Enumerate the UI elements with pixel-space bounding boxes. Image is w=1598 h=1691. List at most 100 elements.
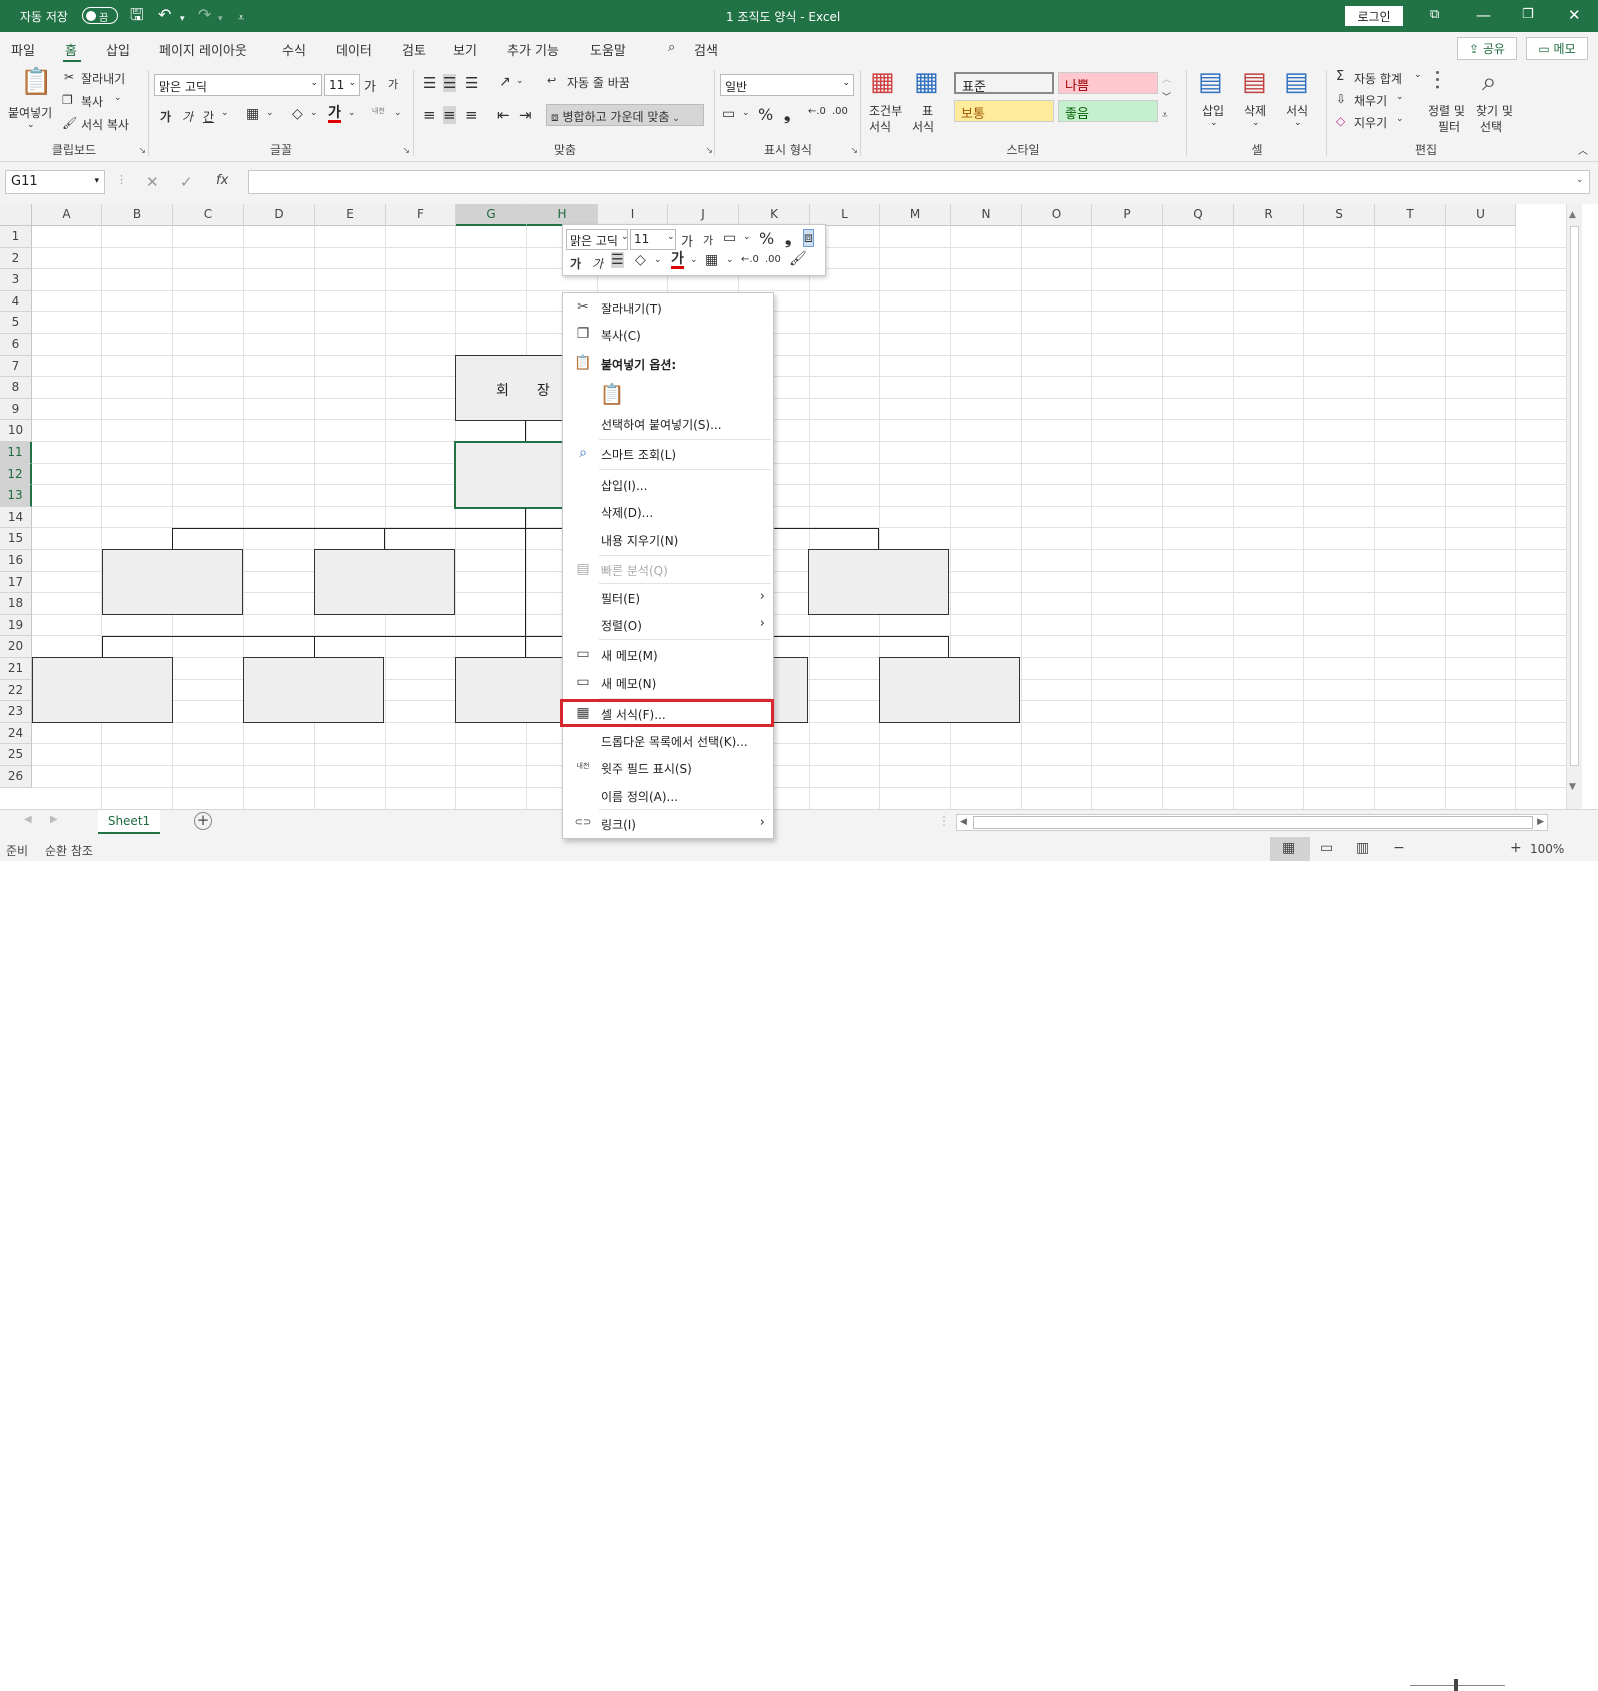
row-header-6[interactable]: 6 (0, 334, 32, 356)
sort-filter-icon[interactable]: ⫶ (1434, 68, 1441, 96)
column-header-h[interactable]: H (527, 204, 598, 226)
format-as-table-button[interactable]: 표 (922, 102, 933, 119)
row-header-20[interactable]: 20 (0, 636, 32, 658)
delete-cells-icon[interactable]: ▤ (1242, 68, 1267, 96)
menu-item-show-phonetic[interactable]: 내천 윗주 필드 표시(S) (563, 755, 773, 781)
currency-dropdown-icon[interactable]: ⌄ (742, 108, 750, 118)
column-header-u[interactable]: U (1446, 204, 1516, 226)
font-size-combo[interactable]: 11 ⌄ (324, 74, 360, 96)
memo-button[interactable]: ▭ 메모 (1526, 37, 1588, 60)
menu-item-new-note[interactable]: ▭ 새 메모(N) (563, 670, 773, 696)
mini-bold-button[interactable]: 가 (570, 255, 581, 272)
column-header-b[interactable]: B (102, 204, 173, 226)
format-as-table-icon[interactable]: ▦ (914, 68, 939, 96)
menu-item-new-memo[interactable]: ▭ 새 메모(M) (563, 642, 773, 668)
row-header-14[interactable]: 14 (0, 506, 32, 529)
add-sheet-button[interactable]: + (194, 812, 212, 830)
mini-decrease-decimal-icon[interactable]: .00 (765, 254, 781, 265)
row-header-18[interactable]: 18 (0, 593, 32, 615)
align-middle-icon[interactable]: ☰ (443, 74, 457, 92)
tab-formulas[interactable]: 수식 (282, 40, 306, 59)
prev-sheet-icon[interactable]: ◀ (24, 814, 32, 825)
zoom-level[interactable]: 100% (1530, 842, 1564, 856)
menu-item-delete[interactable]: 삭제(D)... (563, 499, 773, 525)
bold-button[interactable]: 가 (160, 108, 171, 125)
format-cells-ribbon-button[interactable]: 서식 (1286, 102, 1308, 119)
mini-currency-dropdown-icon[interactable]: ⌄ (743, 232, 751, 242)
clear-dropdown-icon[interactable]: ⌄ (1396, 114, 1404, 124)
row-header-9[interactable]: 9 (0, 398, 32, 421)
number-format-dropdown-icon[interactable]: ⌄ (842, 78, 850, 88)
redo-dropdown-icon[interactable]: ▾ (218, 10, 223, 28)
paste-icon[interactable]: 📋 (20, 68, 52, 96)
increase-decimal-icon[interactable]: ←.0 (808, 106, 826, 117)
conditional-formatting-button[interactable]: 조건부 (869, 102, 902, 119)
paste-option-button[interactable]: 📋 (599, 381, 625, 407)
mini-increase-decimal-icon[interactable]: ←.0 (741, 254, 759, 265)
column-header-n[interactable]: N (951, 204, 1022, 226)
tab-review[interactable]: 검토 (402, 40, 426, 59)
insert-function-button[interactable]: fx (216, 173, 228, 188)
tab-home[interactable]: 홈 (65, 40, 77, 59)
copy-dropdown-icon[interactable]: ⌄ (114, 93, 122, 103)
menu-item-clear-contents[interactable]: 내용 지우기(N) (563, 527, 773, 553)
align-center-icon[interactable]: ≡ (443, 106, 456, 124)
styles-more-icon[interactable]: ⩡ (1162, 110, 1168, 121)
mini-font-combo[interactable]: 맑은 고딕 (566, 229, 628, 250)
border-dropdown-icon[interactable]: ⌄ (266, 108, 274, 118)
format-cells-icon[interactable]: ▤ (1284, 68, 1309, 96)
shrink-font-button[interactable]: 가 (388, 76, 398, 92)
column-header-f[interactable]: F (386, 204, 456, 226)
styles-scroll-up-icon[interactable]: ︿ (1162, 72, 1171, 85)
mini-comma-button[interactable]: ❟ (785, 229, 791, 249)
mini-format-painter-icon[interactable]: 🖌 (789, 251, 807, 267)
font-size-dropdown-icon[interactable]: ⌄ (348, 78, 356, 88)
decrease-decimal-icon[interactable]: .00 (832, 106, 848, 117)
wrap-text-icon[interactable]: ↩ (547, 74, 556, 87)
row-header-5[interactable]: 5 (0, 312, 32, 334)
row-header-4[interactable]: 4 (0, 290, 32, 313)
next-sheet-icon[interactable]: ▶ (50, 814, 58, 825)
format-painter-icon[interactable]: 🖌 (62, 116, 77, 130)
mini-shrink-font-button[interactable]: 가 (703, 232, 713, 248)
menu-item-filter[interactable]: 필터(E) › (563, 585, 773, 611)
mini-font-color-dropdown-icon[interactable]: ⌄ (690, 255, 698, 265)
row-header-10[interactable]: 10 (0, 420, 32, 442)
style-normal[interactable]: 표준 (954, 72, 1054, 95)
row-header-13[interactable]: 13 (0, 485, 32, 507)
style-good[interactable]: 좋음 (1058, 100, 1158, 122)
sort-filter-button[interactable]: 정렬 및 (1428, 102, 1465, 119)
row-header-25[interactable]: 25 (0, 744, 32, 766)
menu-item-smart-lookup[interactable]: ⌕ 스마트 조회(L) (563, 441, 773, 467)
tab-view[interactable]: 보기 (453, 40, 477, 59)
row-header-1[interactable]: 1 (0, 226, 32, 248)
save-icon[interactable]: 🖫 (130, 6, 144, 24)
horizontal-scrollbar[interactable]: ◀ ▶ (956, 814, 1548, 831)
mini-center-icon[interactable]: ☰ (611, 252, 624, 268)
mini-fill-dropdown-icon[interactable]: ⌄ (654, 255, 662, 265)
mini-grow-font-button[interactable]: 가 (681, 231, 693, 250)
fill-dropdown-icon[interactable]: ⌄ (1396, 92, 1404, 102)
menu-item-pick-from-dropdown[interactable]: 드롭다운 목록에서 선택(K)... (563, 728, 773, 754)
clear-button[interactable]: 지우기 (1354, 114, 1387, 131)
scroll-right-icon[interactable]: ▶ (1537, 817, 1544, 827)
autosum-dropdown-icon[interactable]: ⌄ (1414, 70, 1422, 80)
customize-qat-icon[interactable]: ⩡ (238, 9, 244, 27)
tab-search[interactable]: 검색 (694, 40, 718, 59)
underline-button[interactable]: 간 (203, 108, 214, 125)
tab-addins[interactable]: 추가 기능 (507, 40, 559, 59)
column-header-t[interactable]: T (1375, 204, 1446, 226)
page-layout-view-icon[interactable]: ▭ (1320, 840, 1333, 856)
number-launcher-icon[interactable]: ↘ (850, 146, 858, 156)
tab-help[interactable]: 도움말 (590, 40, 626, 59)
page-break-view-icon[interactable]: ▥ (1356, 840, 1369, 856)
row-header-23[interactable]: 23 (0, 701, 32, 723)
restore-icon[interactable]: ❐ (1522, 5, 1534, 25)
mini-border-icon[interactable]: ▦ (705, 252, 718, 268)
menu-item-paste-special[interactable]: 선택하여 붙여넣기(S)... (563, 411, 773, 437)
find-select-icon[interactable]: ⌕ (1482, 68, 1497, 96)
menu-item-sort[interactable]: 정렬(O) › (563, 612, 773, 638)
align-bottom-icon[interactable]: ☰ (465, 74, 478, 92)
column-header-p[interactable]: P (1092, 204, 1163, 226)
autosave-toggle[interactable]: 끔 (82, 7, 118, 24)
